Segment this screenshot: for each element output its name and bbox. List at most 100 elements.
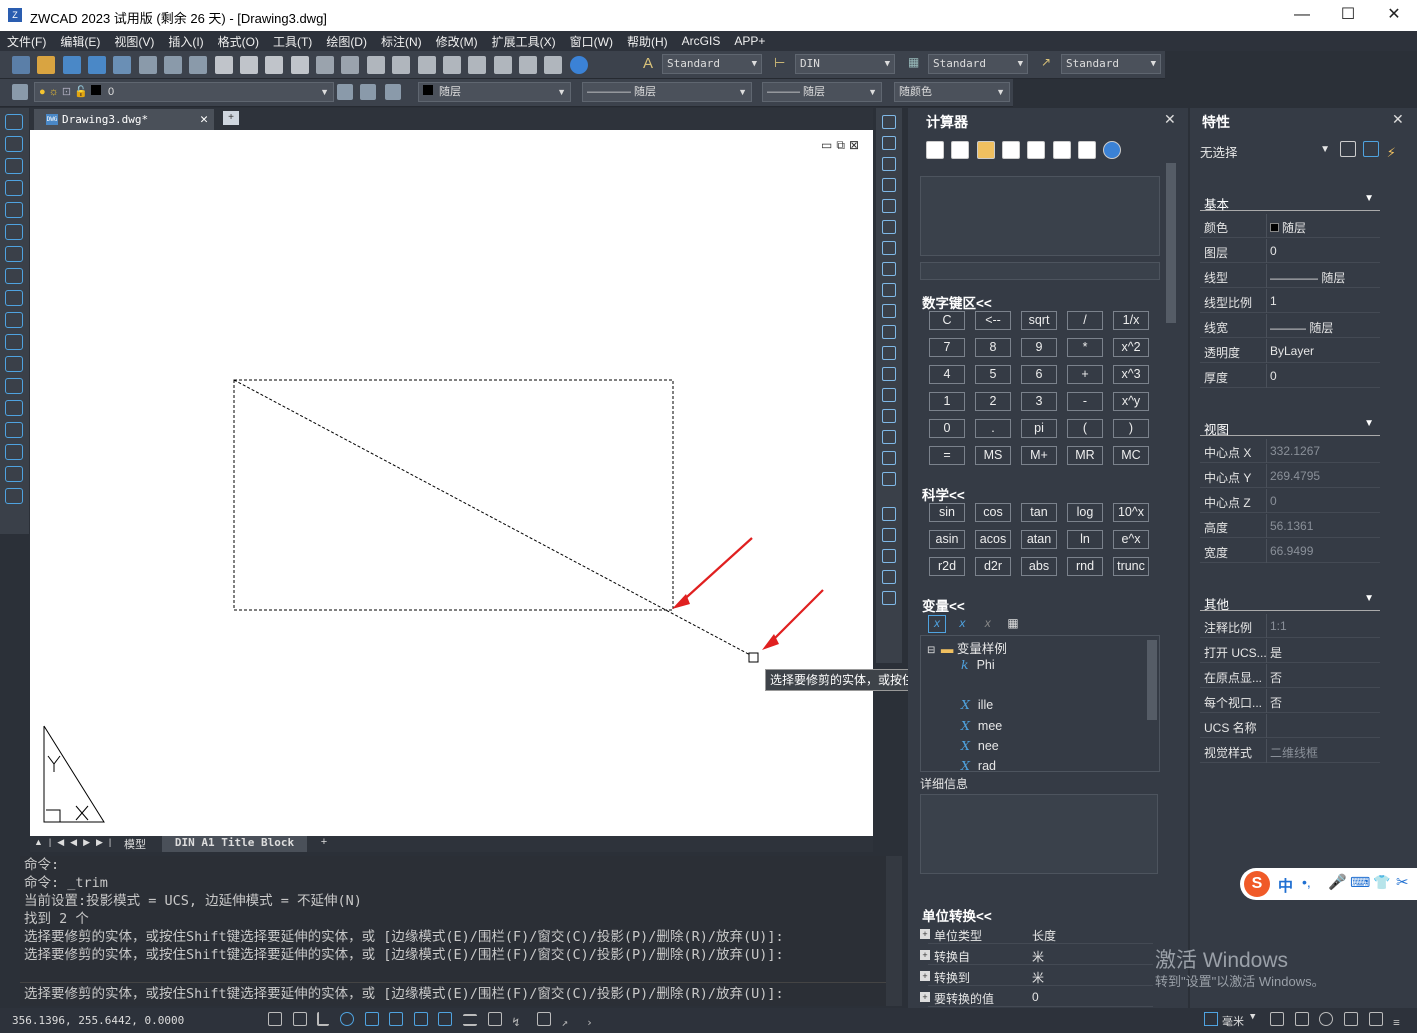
- extend-icon[interactable]: [882, 325, 896, 339]
- command-scrollbar[interactable]: [886, 856, 902, 1006]
- units-label[interactable]: 毫米: [1222, 1013, 1244, 1029]
- hatch-icon[interactable]: [5, 422, 23, 438]
- scientific-key[interactable]: 10^x: [1113, 503, 1149, 522]
- numpad-key[interactable]: 9: [1021, 338, 1057, 357]
- scientific-key[interactable]: d2r: [975, 557, 1011, 576]
- numpad-key[interactable]: 5: [975, 365, 1011, 384]
- new-variable-icon[interactable]: x: [928, 615, 946, 633]
- prop-ucs-on[interactable]: 打开 UCS... 是: [1200, 639, 1380, 663]
- array-icon[interactable]: [882, 199, 896, 213]
- workspace-icon[interactable]: [1294, 1012, 1309, 1026]
- menu-edit[interactable]: 编辑(E): [53, 33, 107, 50]
- ellipse-arc-icon[interactable]: [5, 334, 23, 350]
- quick-select-icon[interactable]: ⚡: [1387, 145, 1403, 161]
- ime-language-toggle[interactable]: 中: [1278, 875, 1293, 896]
- tab-din-a1[interactable]: DIN A1 Title Block: [162, 836, 307, 852]
- variable-phi[interactable]: k Phi: [961, 657, 995, 672]
- open-file-icon[interactable]: [37, 56, 56, 74]
- numpad-key[interactable]: +: [1067, 365, 1103, 384]
- linetype-select[interactable]: ———— 随层 ▼: [582, 82, 752, 102]
- layer-state-icon[interactable]: [385, 84, 401, 100]
- menu-app[interactable]: APP+: [727, 34, 772, 48]
- menu-draw[interactable]: 绘图(D): [319, 33, 374, 50]
- stretch-icon[interactable]: [882, 283, 896, 297]
- osnap-icon[interactable]: [364, 1012, 379, 1026]
- distance-icon[interactable]: [1027, 141, 1046, 159]
- zoom-window-icon[interactable]: [417, 56, 436, 74]
- new-tab-icon[interactable]: +: [223, 111, 239, 125]
- point-icon[interactable]: [5, 400, 23, 416]
- lineweight-select[interactable]: ——— 随层 ▼: [762, 82, 882, 102]
- numpad-key[interactable]: *: [1067, 338, 1103, 357]
- delete-variable-icon[interactable]: x: [979, 616, 997, 634]
- rotate-icon[interactable]: [882, 241, 896, 255]
- prop-linetype[interactable]: 线型 ———— 随层: [1200, 264, 1380, 288]
- draw-order-under-icon[interactable]: [882, 570, 896, 584]
- menu-dimension[interactable]: 标注(N): [374, 33, 429, 50]
- spline-icon[interactable]: [5, 290, 23, 306]
- numpad-key[interactable]: .: [975, 419, 1011, 438]
- numpad-key[interactable]: /: [1067, 311, 1103, 330]
- clear-history-icon[interactable]: [951, 141, 970, 159]
- units-dropdown-icon[interactable]: ▼: [1250, 1012, 1255, 1022]
- dynamic-input-icon[interactable]: [438, 1012, 453, 1026]
- variable-ille[interactable]: Xille: [961, 697, 993, 712]
- dynamic-ucs-icon[interactable]: [413, 1012, 428, 1026]
- mtext-icon[interactable]: [5, 488, 23, 504]
- numpad-key[interactable]: pi: [1021, 419, 1057, 438]
- ellipse-icon[interactable]: [5, 312, 23, 328]
- unit-conversion-header[interactable]: 单位转换<<: [922, 905, 992, 925]
- scientific-key[interactable]: abs: [1021, 557, 1057, 576]
- numpad-key[interactable]: <--: [975, 311, 1011, 330]
- trim-icon[interactable]: [882, 304, 896, 318]
- erase-icon[interactable]: [882, 115, 896, 129]
- join-icon[interactable]: [882, 388, 896, 402]
- close-calculator-icon[interactable]: ✕: [1164, 111, 1176, 128]
- prop-ucs-name[interactable]: UCS 名称: [1200, 714, 1380, 738]
- paste-value-icon[interactable]: [976, 141, 995, 159]
- menu-window[interactable]: 窗口(W): [563, 33, 620, 50]
- ortho-icon[interactable]: [317, 1012, 330, 1026]
- annotation-icon[interactable]: [536, 1012, 551, 1026]
- numpad-key[interactable]: 4: [929, 365, 965, 384]
- circle-icon[interactable]: [5, 246, 23, 262]
- draw-order-back-icon[interactable]: [882, 528, 896, 542]
- menu-modify[interactable]: 修改(M): [429, 33, 485, 50]
- dim-style-select[interactable]: DIN ▼: [795, 54, 895, 74]
- layer-previous-icon[interactable]: [360, 84, 376, 100]
- print-icon[interactable]: [138, 56, 157, 74]
- grid-icon[interactable]: [292, 1012, 307, 1026]
- table-icon[interactable]: [5, 466, 23, 482]
- scientific-key[interactable]: r2d: [929, 557, 965, 576]
- numpad-key[interactable]: 8: [975, 338, 1011, 357]
- group-view[interactable]: 视图 ▼: [1200, 418, 1380, 437]
- group-misc[interactable]: 其他 ▼: [1200, 593, 1380, 612]
- plot-style-select[interactable]: 随颜色 ▼: [894, 82, 1010, 102]
- sogou-logo-icon[interactable]: S: [1244, 871, 1270, 897]
- prop-center-x[interactable]: 中心点 X 332.1267: [1200, 439, 1380, 463]
- selection-cycling-icon[interactable]: ↯: [512, 1015, 526, 1029]
- menu-file[interactable]: 文件(F): [0, 33, 53, 50]
- prop-width[interactable]: 宽度 66.9499: [1200, 539, 1380, 563]
- insert-block-icon[interactable]: [5, 356, 23, 372]
- move-icon[interactable]: [882, 220, 896, 234]
- command-input[interactable]: 选择要修剪的实体，或按住Shift键选择要延伸的实体，或 [边缘模式(E)/围栏…: [20, 982, 886, 1004]
- variable-mee[interactable]: Xmee: [961, 718, 1002, 733]
- make-block-icon[interactable]: [5, 378, 23, 394]
- drawing-canvas[interactable]: ▭⧉⊠: [30, 130, 873, 836]
- punctuation-icon[interactable]: •,: [1302, 874, 1311, 890]
- prop-thickness[interactable]: 厚度 0: [1200, 364, 1380, 388]
- line-icon[interactable]: [5, 114, 23, 130]
- rectangle-icon[interactable]: [5, 202, 23, 218]
- variables-folder[interactable]: ⊟ ▬ 变量样例: [927, 638, 1007, 657]
- plot-preview-icon[interactable]: [164, 56, 183, 74]
- numpad-key[interactable]: sqrt: [1021, 311, 1057, 330]
- fillet-icon[interactable]: [882, 430, 896, 444]
- microphone-icon[interactable]: 🎤: [1328, 873, 1347, 891]
- status-chevron-icon[interactable]: ›: [586, 1016, 596, 1030]
- table-style-select[interactable]: Standard ▼: [928, 54, 1028, 74]
- numpad-key[interactable]: M+: [1021, 446, 1057, 465]
- numpad-key[interactable]: 7: [929, 338, 965, 357]
- draw-order-above-icon[interactable]: [882, 549, 896, 563]
- cut-icon[interactable]: [214, 56, 233, 74]
